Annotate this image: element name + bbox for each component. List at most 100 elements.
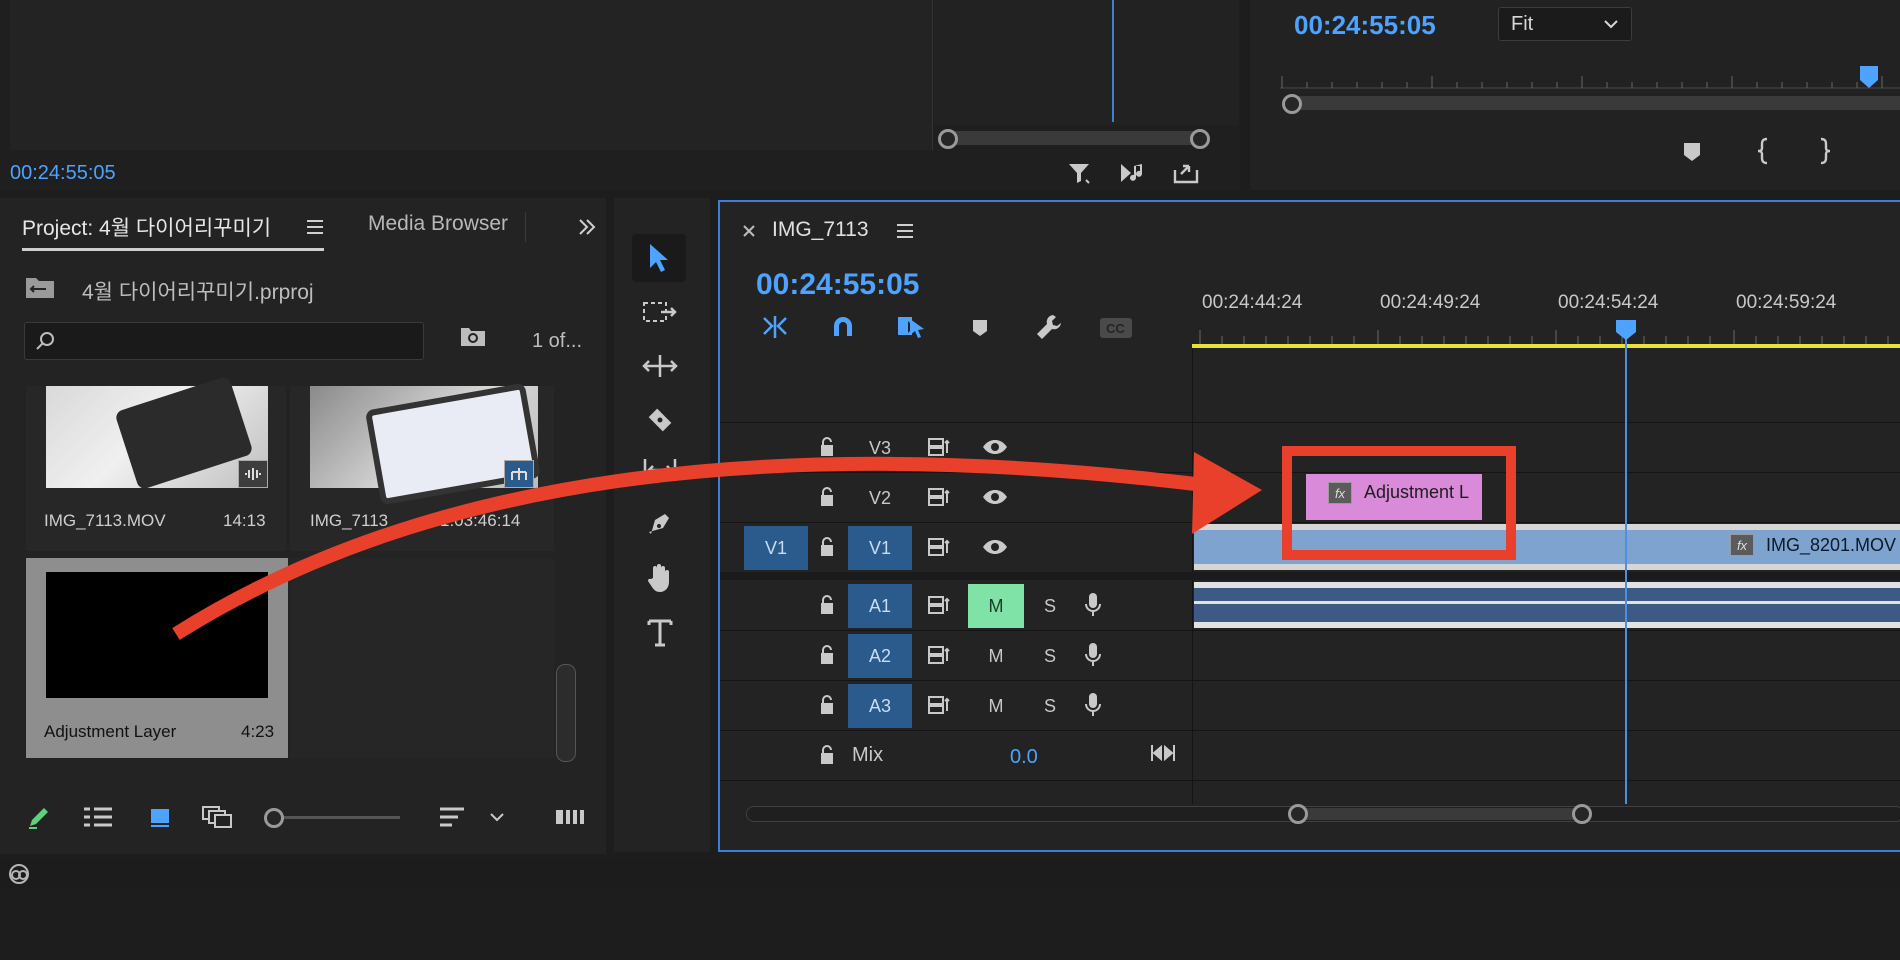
track-lock-icon[interactable] bbox=[816, 642, 838, 668]
track-lock-icon[interactable] bbox=[816, 434, 838, 460]
timeline-playhead-icon[interactable] bbox=[1614, 318, 1638, 347]
nest-sequence-icon[interactable] bbox=[758, 312, 792, 342]
zoom-slider-handle[interactable] bbox=[264, 808, 284, 828]
hand-tool-icon[interactable] bbox=[636, 558, 684, 598]
project-item[interactable]: IMG_7113 1:03:46:14 bbox=[290, 382, 554, 551]
mix-lock-icon[interactable] bbox=[816, 742, 838, 768]
sync-lock-icon[interactable] bbox=[926, 484, 954, 510]
track-lock-icon[interactable] bbox=[816, 692, 838, 718]
find-bin-icon[interactable] bbox=[458, 322, 488, 352]
sync-lock-icon[interactable] bbox=[926, 434, 954, 460]
add-marker-icon[interactable] bbox=[1678, 138, 1706, 166]
source-zoom-handle-left[interactable] bbox=[938, 129, 958, 149]
linked-selection-icon[interactable] bbox=[894, 312, 930, 342]
mix-collapse-icon[interactable] bbox=[1148, 738, 1178, 768]
work-area-bar[interactable] bbox=[1192, 344, 1900, 348]
sync-lock-icon[interactable] bbox=[926, 692, 954, 718]
pencil-icon[interactable] bbox=[22, 802, 56, 832]
filter-icon[interactable] bbox=[1064, 158, 1094, 188]
track-lock-icon[interactable] bbox=[816, 534, 838, 560]
close-icon[interactable] bbox=[736, 218, 762, 244]
captions-icon[interactable]: CC bbox=[1098, 314, 1134, 342]
track-select-tool-icon[interactable] bbox=[636, 292, 684, 332]
program-zoom-scrollbar[interactable] bbox=[1290, 96, 1900, 110]
selection-tool-icon[interactable] bbox=[632, 234, 686, 282]
sync-lock-icon[interactable] bbox=[926, 592, 954, 618]
source-timecode[interactable]: 00:24:55:05 bbox=[10, 162, 116, 185]
icon-view-icon[interactable] bbox=[144, 802, 176, 832]
sequence-menu-icon[interactable] bbox=[892, 218, 918, 244]
track-lock-icon[interactable] bbox=[816, 592, 838, 618]
insert-audio-icon[interactable] bbox=[1117, 158, 1149, 188]
project-item[interactable]: IMG_7113.MOV 14:13 bbox=[26, 375, 286, 551]
timeline-scroll-handle-right[interactable] bbox=[1572, 804, 1592, 824]
add-marker-icon[interactable] bbox=[966, 314, 994, 342]
program-zoom-handle-left[interactable] bbox=[1282, 94, 1302, 114]
project-scrollbar[interactable] bbox=[556, 664, 576, 762]
eye-icon[interactable] bbox=[980, 484, 1010, 510]
mute-button-a2[interactable]: M bbox=[968, 634, 1024, 678]
project-item-selected[interactable]: Adjustment Layer 4:23 bbox=[26, 558, 288, 758]
tab-project[interactable]: Project: 4월 다이어리꾸미기 bbox=[22, 212, 324, 251]
search-input-box[interactable] bbox=[24, 322, 424, 360]
mute-button-a3[interactable]: M bbox=[968, 684, 1024, 728]
track-label-v3[interactable]: V3 bbox=[848, 426, 912, 470]
export-frame-icon[interactable] bbox=[1170, 158, 1202, 188]
program-time-ruler[interactable] bbox=[1280, 68, 1900, 90]
time-ruler[interactable] bbox=[1192, 326, 1900, 346]
item-name: Adjustment Layer bbox=[44, 722, 177, 741]
mix-value[interactable]: 0.0 bbox=[1010, 746, 1038, 769]
eye-icon[interactable] bbox=[980, 434, 1010, 460]
microphone-icon[interactable] bbox=[1080, 690, 1106, 720]
tab-media-browser[interactable]: Media Browser bbox=[368, 212, 508, 236]
track-label-v2[interactable]: V2 bbox=[848, 476, 912, 520]
sort-icon[interactable] bbox=[436, 802, 468, 832]
panel-menu-icon[interactable] bbox=[300, 212, 330, 242]
track-label-a2[interactable]: A2 bbox=[848, 634, 912, 678]
sort-chevron-down-icon[interactable] bbox=[484, 804, 510, 830]
program-playhead-icon[interactable] bbox=[1858, 64, 1880, 95]
pen-tool-icon[interactable] bbox=[636, 504, 684, 544]
freeform-view-icon[interactable] bbox=[198, 802, 238, 832]
automate-to-sequence-icon[interactable] bbox=[552, 802, 588, 832]
eye-icon[interactable] bbox=[980, 534, 1010, 560]
microphone-icon[interactable] bbox=[1080, 640, 1106, 670]
sync-lock-icon[interactable] bbox=[926, 534, 954, 560]
microphone-icon[interactable] bbox=[1080, 590, 1106, 620]
mute-button-a1[interactable]: M bbox=[968, 584, 1024, 628]
creative-cloud-icon[interactable] bbox=[4, 860, 34, 888]
razor-tool-icon[interactable] bbox=[636, 400, 684, 440]
timeline-scroll-thumb[interactable] bbox=[1300, 808, 1584, 820]
zoom-select[interactable]: Fit bbox=[1498, 7, 1632, 41]
solo-button-a2[interactable]: S bbox=[1030, 634, 1070, 678]
source-monitor-scrub-area[interactable] bbox=[934, 0, 1239, 125]
mark-out-icon[interactable] bbox=[1812, 136, 1838, 166]
search-input[interactable] bbox=[63, 327, 417, 355]
sync-lock-icon[interactable] bbox=[926, 642, 954, 668]
mark-in-icon[interactable] bbox=[1750, 136, 1776, 166]
track-label-a1[interactable]: A1 bbox=[848, 584, 912, 628]
solo-button-a3[interactable]: S bbox=[1030, 684, 1070, 728]
zoom-slider-track[interactable] bbox=[278, 816, 400, 819]
wrench-icon[interactable] bbox=[1032, 312, 1066, 342]
timeline-timecode[interactable]: 00:24:55:05 bbox=[756, 268, 919, 302]
source-zoom-handle-right[interactable] bbox=[1190, 129, 1210, 149]
slip-tool-icon[interactable] bbox=[636, 450, 684, 490]
solo-button-a1[interactable]: S bbox=[1030, 584, 1070, 628]
expand-panels-icon[interactable] bbox=[572, 212, 602, 242]
program-timecode[interactable]: 00:24:55:05 bbox=[1294, 10, 1436, 41]
folder-up-icon[interactable] bbox=[22, 272, 58, 302]
ripple-edit-tool-icon[interactable] bbox=[636, 346, 684, 386]
source-zoom-scrollbar[interactable] bbox=[946, 131, 1200, 145]
track-lock-icon[interactable] bbox=[816, 484, 838, 510]
source-patch-v1[interactable]: V1 bbox=[744, 526, 808, 570]
snap-icon[interactable] bbox=[826, 312, 860, 342]
type-tool-icon[interactable] bbox=[636, 612, 684, 652]
source-monitor-viewer[interactable] bbox=[10, 0, 933, 150]
track-label-v1[interactable]: V1 bbox=[848, 526, 912, 570]
track-label-a3[interactable]: A3 bbox=[848, 684, 912, 728]
list-view-icon[interactable] bbox=[80, 802, 116, 832]
audio-clip-a1[interactable] bbox=[1194, 582, 1900, 628]
sequence-tab[interactable]: IMG_7113 bbox=[772, 218, 869, 242]
timeline-scroll-handle-left[interactable] bbox=[1288, 804, 1308, 824]
